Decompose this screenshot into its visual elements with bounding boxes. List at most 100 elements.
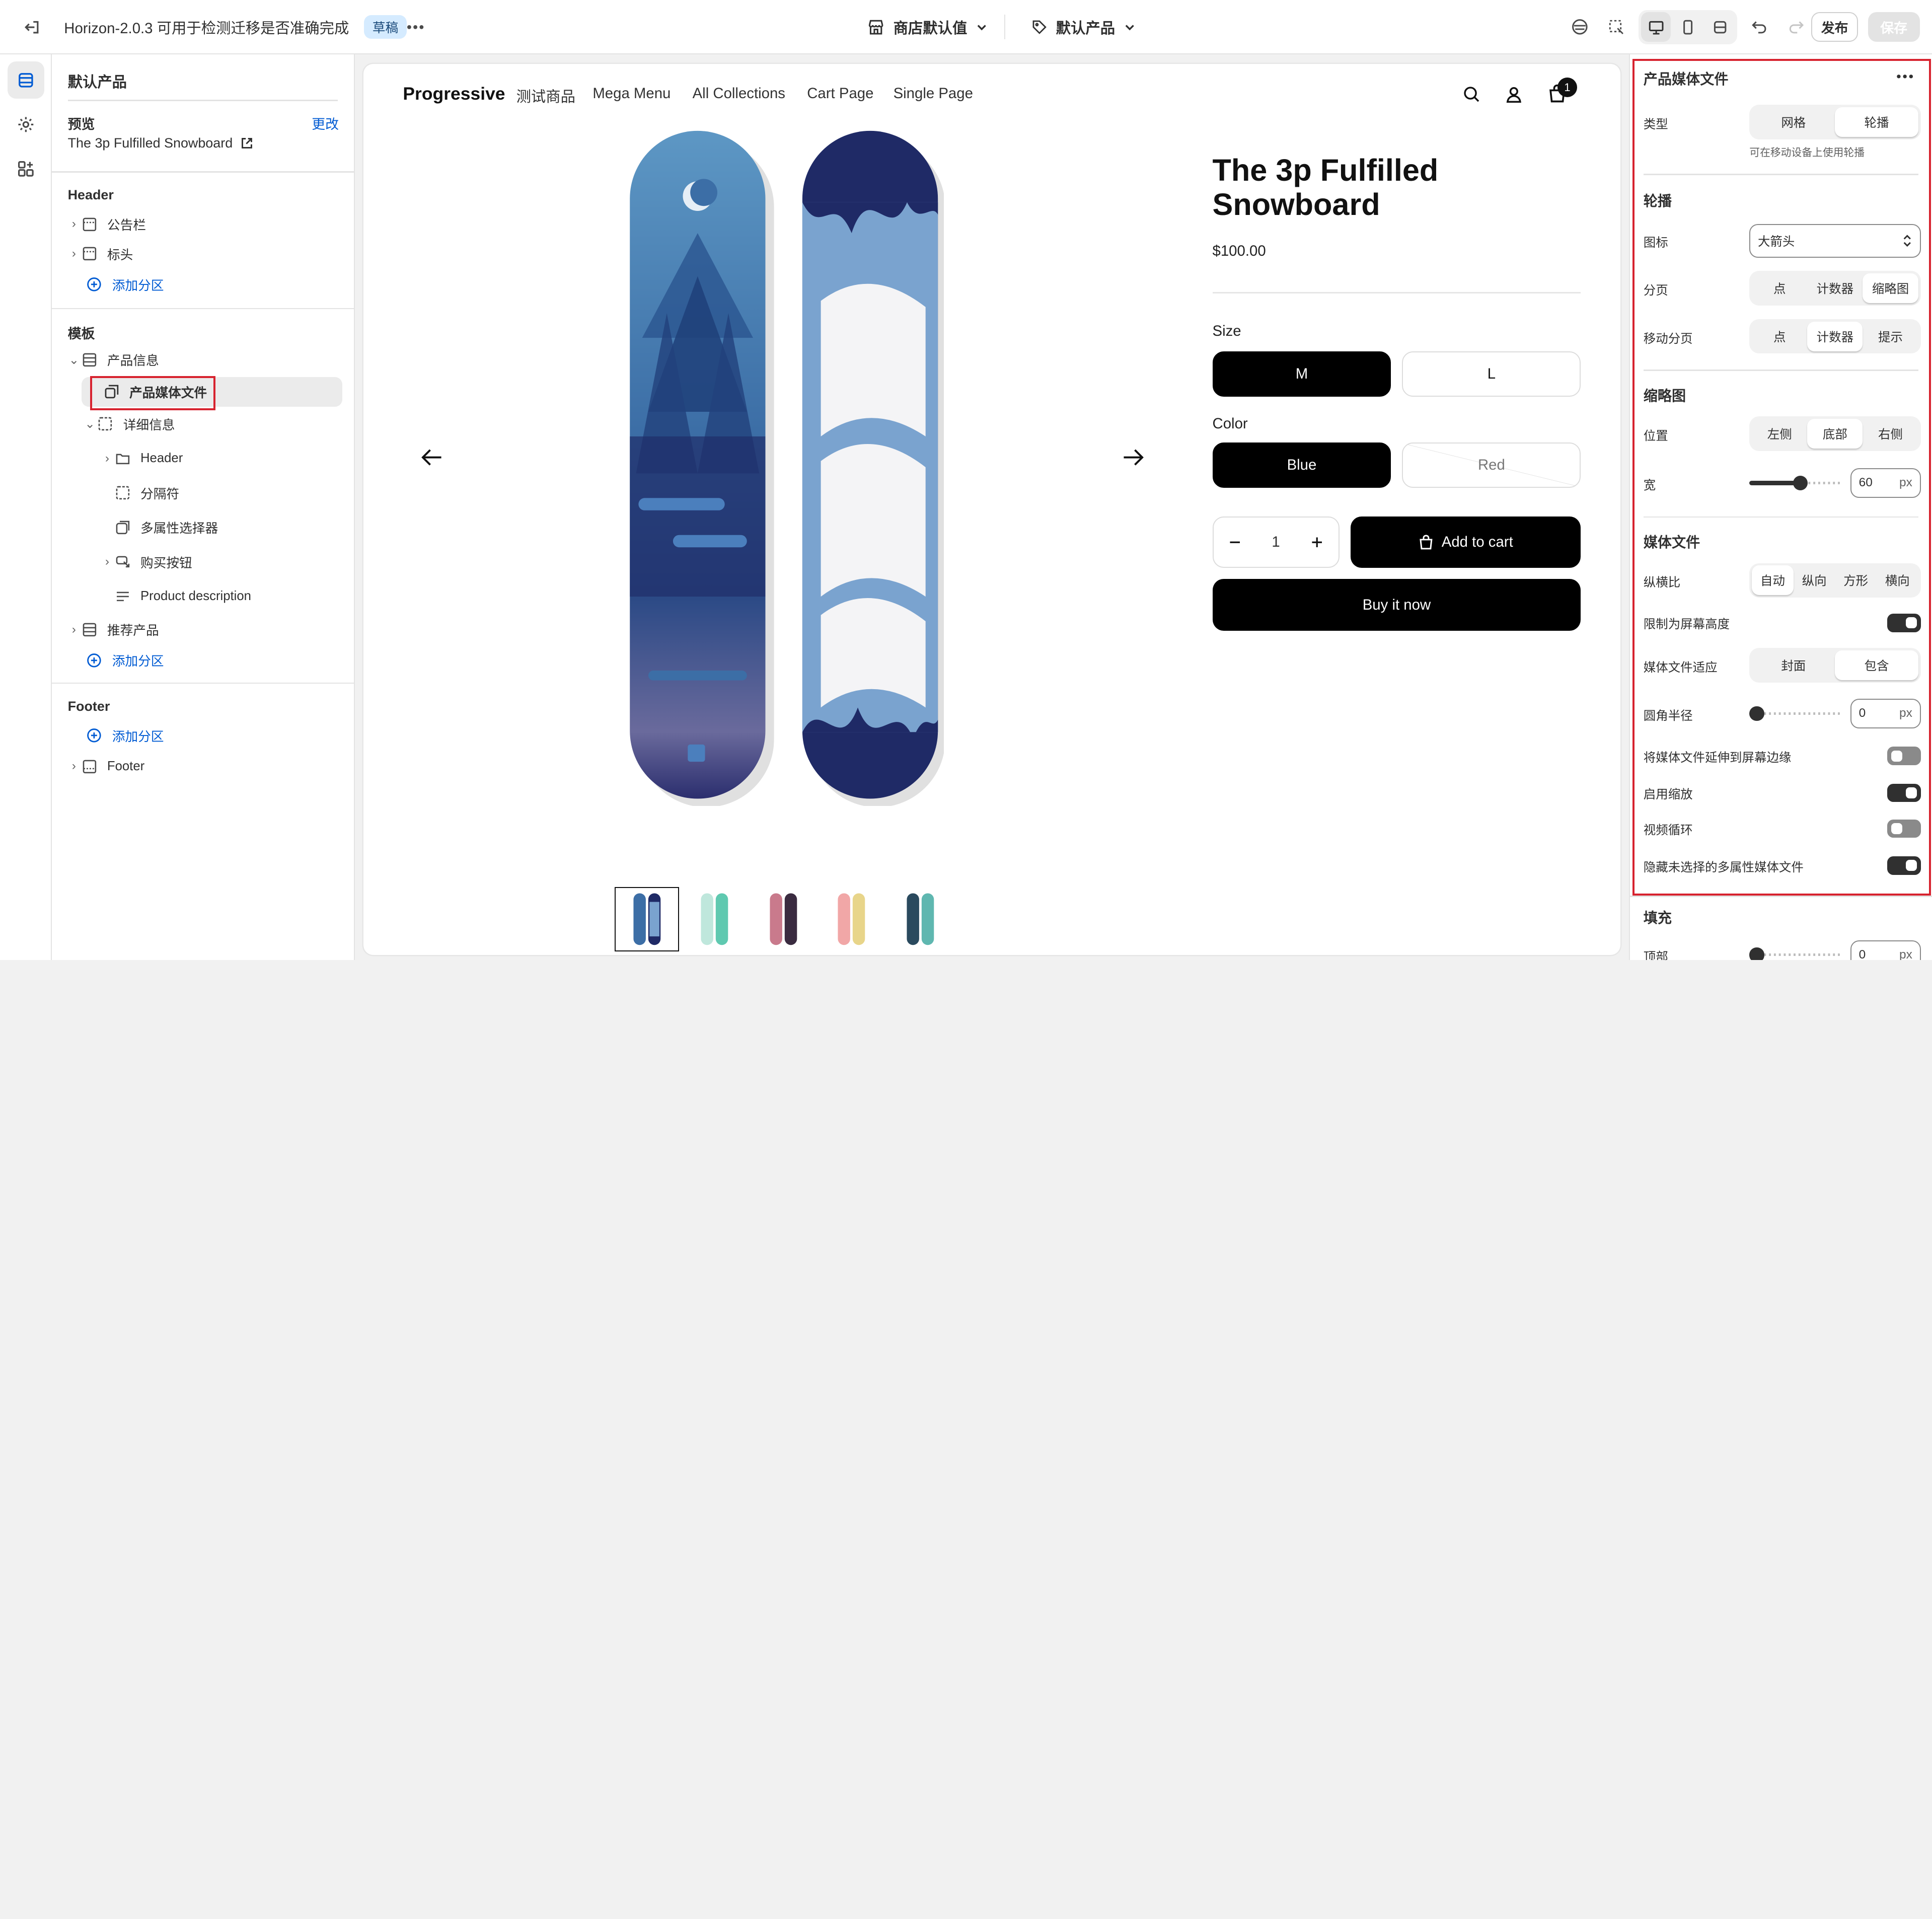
- preview-product-name: The 3p Fulfilled Snowboard: [67, 135, 233, 151]
- block-item-details[interactable]: ⌄ 详细信息: [83, 410, 175, 437]
- chevron-down-icon: [976, 21, 988, 33]
- section-item-label: 推荐产品: [107, 624, 159, 638]
- arrow-left-icon[interactable]: [420, 448, 442, 467]
- block-item-label: 多属性选择器: [140, 522, 218, 536]
- thumbnail[interactable]: [820, 887, 883, 951]
- apps-icon[interactable]: [8, 151, 44, 187]
- add-section-template-button[interactable]: 添加分区: [86, 647, 164, 674]
- highlight-box-sidebar: [90, 376, 216, 411]
- section-item-header[interactable]: › 标头: [66, 240, 133, 267]
- top-padding-label: 顶部: [1643, 950, 1668, 960]
- quantity-value[interactable]: 1: [1272, 534, 1280, 551]
- nav-link[interactable]: Mega Menu: [592, 85, 671, 102]
- section-item-footer[interactable]: › Footer: [66, 753, 144, 780]
- block-item-label: 分隔符: [140, 487, 180, 501]
- divider-block-icon: [115, 485, 134, 501]
- search-icon[interactable]: [1462, 85, 1481, 104]
- block-item-header[interactable]: › Header: [100, 445, 183, 472]
- divider: [1629, 896, 1932, 897]
- chevron-right-icon: ›: [71, 759, 76, 773]
- product-image-snowboards[interactable]: [624, 128, 944, 806]
- product-price: $100.00: [1212, 243, 1266, 260]
- buy-button-icon: [115, 554, 134, 570]
- section-layout-icon: [82, 352, 101, 368]
- fullscreen-view-icon[interactable]: [1705, 12, 1735, 42]
- account-icon[interactable]: [1505, 85, 1523, 104]
- store-brand[interactable]: Progressive: [403, 84, 505, 104]
- save-button[interactable]: 保存: [1868, 12, 1920, 42]
- mobile-view-icon[interactable]: [1673, 12, 1703, 42]
- folder-icon: [115, 451, 134, 467]
- nav-link[interactable]: Single Page: [894, 85, 973, 102]
- thumbnail[interactable]: [752, 887, 815, 951]
- thumbnail[interactable]: [683, 887, 747, 951]
- block-item-divider[interactable]: 分隔符: [115, 479, 179, 506]
- block-item-buy-buttons[interactable]: › 购买按钮: [100, 548, 192, 575]
- arrow-right-icon[interactable]: [1123, 448, 1145, 467]
- buy-now-button[interactable]: Buy it now: [1212, 579, 1581, 631]
- thumbnail[interactable]: [615, 887, 679, 951]
- size-option-l[interactable]: L: [1402, 351, 1581, 397]
- icon-rail: [0, 54, 52, 960]
- add-section-footer-button[interactable]: 添加分区: [86, 722, 164, 749]
- exit-icon[interactable]: [17, 12, 47, 42]
- chevron-right-icon: ›: [71, 247, 76, 261]
- block-item-product-description[interactable]: Product description: [115, 583, 251, 610]
- template-name: 默认产品: [67, 73, 127, 91]
- section-layout-icon: [82, 246, 101, 262]
- top-padding-unit: px: [1899, 947, 1912, 960]
- add-section-label: 添加分区: [112, 278, 164, 293]
- undo-icon[interactable]: [1745, 12, 1774, 42]
- more-icon[interactable]: [401, 12, 430, 42]
- plus-circle-icon: [86, 652, 106, 669]
- footer-section-title: Footer: [67, 698, 110, 714]
- redo-icon[interactable]: [1781, 12, 1811, 42]
- thumbnail[interactable]: [888, 887, 952, 951]
- section-item-label: Footer: [107, 759, 145, 773]
- chevron-right-icon: ›: [71, 622, 76, 636]
- chevron-right-icon: ›: [71, 217, 76, 231]
- size-option-m[interactable]: M: [1212, 351, 1391, 397]
- block-item-variant-picker[interactable]: 多属性选择器: [115, 514, 218, 541]
- group-icon: [97, 416, 117, 432]
- add-to-cart-label: Add to cart: [1441, 533, 1513, 550]
- section-item-recommended[interactable]: › 推荐产品: [66, 616, 159, 643]
- minus-icon[interactable]: [1229, 536, 1241, 548]
- add-section-header-button[interactable]: 添加分区: [86, 271, 164, 298]
- theme-editor: Horizon-2.0.3 可用于检测迁移是否准确完成 草稿 商店默认值 默认产…: [0, 0, 1932, 960]
- template-dropdown[interactable]: 默认产品: [1031, 0, 1136, 54]
- color-option-blue[interactable]: Blue: [1212, 442, 1391, 488]
- settings-gear-icon[interactable]: [8, 106, 44, 142]
- sections-icon[interactable]: [7, 61, 45, 99]
- chevron-down-icon: [1124, 21, 1136, 33]
- block-item-label: Product description: [140, 589, 251, 604]
- color-option-red[interactable]: Red: [1402, 442, 1581, 488]
- nav-link[interactable]: All Collections: [693, 85, 785, 102]
- preview-product-link[interactable]: The 3p Fulfilled Snowboard: [68, 135, 254, 151]
- section-item-announcement[interactable]: › 公告栏: [66, 211, 146, 238]
- top-padding-slider[interactable]: [1749, 945, 1841, 960]
- plus-icon[interactable]: [1311, 536, 1323, 548]
- nav-link[interactable]: Cart Page: [807, 85, 873, 102]
- add-to-cart-button[interactable]: Add to cart: [1350, 516, 1581, 568]
- ai-icon[interactable]: [1565, 12, 1595, 42]
- section-item-label: 公告栏: [107, 218, 146, 233]
- storefront-preview: Progressive 测试商品 Mega Menu All Collectio…: [363, 64, 1620, 955]
- block-item-label: Header: [140, 451, 183, 466]
- nav-link[interactable]: 测试商品: [516, 85, 575, 106]
- plus-circle-icon: [86, 276, 106, 292]
- section-item-product-info[interactable]: ⌄ 产品信息: [66, 346, 159, 374]
- chevron-down-icon: ⌄: [85, 417, 95, 431]
- top-padding-input[interactable]: 0 px: [1850, 940, 1921, 960]
- template-section-title: 模板: [67, 326, 95, 342]
- cart-count-badge: 1: [1557, 78, 1578, 98]
- desktop-view-icon[interactable]: [1641, 12, 1671, 42]
- store-dropdown[interactable]: 商店默认值: [867, 0, 988, 54]
- template-dropdown-label: 默认产品: [1056, 20, 1116, 37]
- color-label: Color: [1212, 415, 1248, 432]
- publish-button[interactable]: 发布: [1811, 12, 1859, 42]
- change-link[interactable]: 更改: [312, 113, 339, 133]
- inspector-icon[interactable]: [1602, 12, 1631, 42]
- store-dropdown-label: 商店默认值: [893, 20, 968, 37]
- divider: [67, 100, 338, 101]
